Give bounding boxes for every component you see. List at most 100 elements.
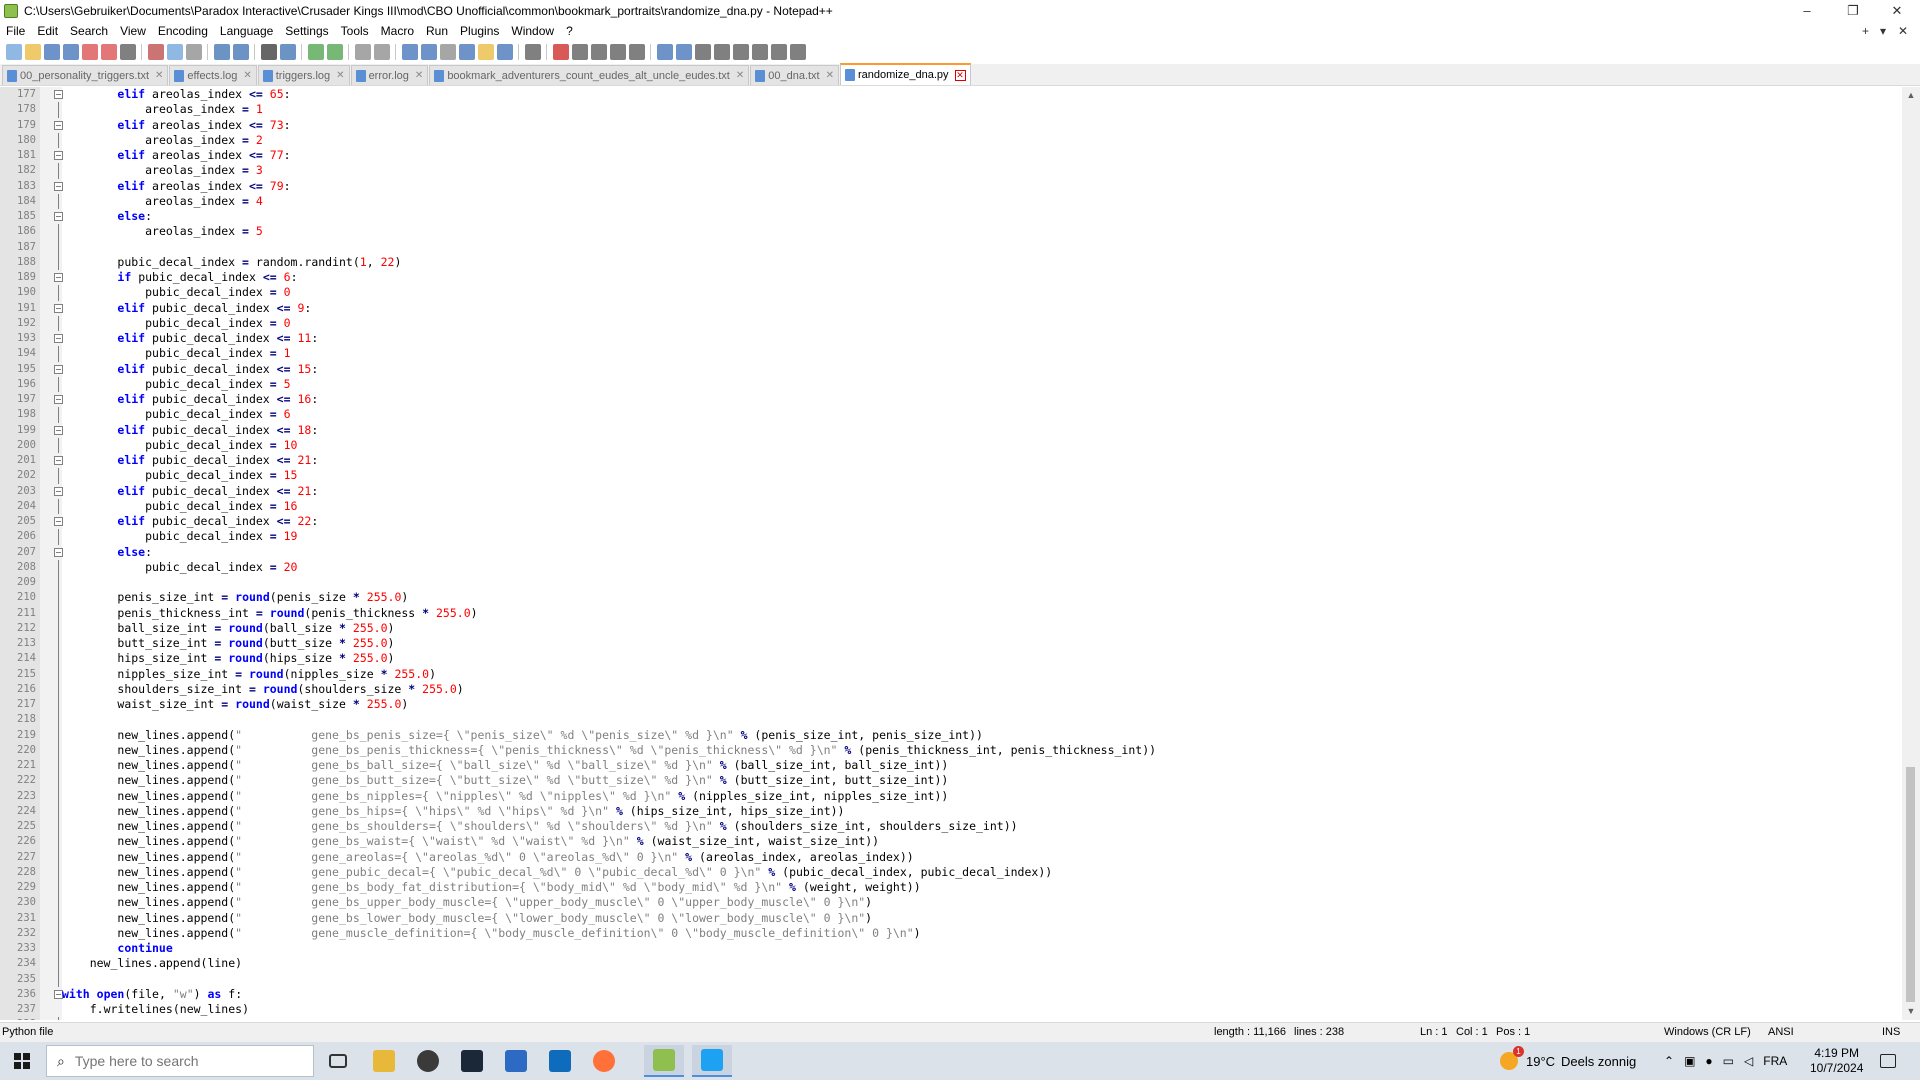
code-line[interactable]: elif pubic_decal_index <= 11: — [62, 331, 1902, 346]
code-line[interactable]: elif pubic_decal_index <= 18: — [62, 423, 1902, 438]
menu-edit[interactable]: Edit — [31, 21, 64, 41]
doc-map-icon[interactable] — [496, 44, 513, 60]
code-line[interactable]: new_lines.append(" gene_bs_upper_body_mu… — [62, 895, 1902, 910]
code-line[interactable]: pubic_decal_index = 5 — [62, 377, 1902, 392]
device-icon[interactable]: ▣ — [1684, 1054, 1695, 1068]
cut-icon[interactable] — [147, 44, 164, 60]
code-line[interactable]: new_lines.append(" gene_bs_nipples={ \"n… — [62, 789, 1902, 804]
code-line[interactable]: shoulders_size_int = round(shoulders_siz… — [62, 682, 1902, 697]
menu-encoding[interactable]: Encoding — [152, 21, 214, 41]
taskbar-search[interactable]: ⌕ — [46, 1045, 314, 1077]
code-line[interactable]: f.writelines(new_lines) — [62, 1002, 1902, 1017]
code-line[interactable]: elif pubic_decal_index <= 21: — [62, 453, 1902, 468]
network-icon[interactable]: ▭ — [1723, 1054, 1734, 1068]
code-line[interactable]: areolas_index = 2 — [62, 133, 1902, 148]
tab-close-icon[interactable]: ✕ — [736, 70, 744, 81]
tab-close-icon[interactable]: ✕ — [954, 69, 966, 81]
code-line[interactable]: new_lines.append(" gene_bs_lower_body_mu… — [62, 911, 1902, 926]
paste-icon[interactable] — [185, 44, 202, 60]
wrap-icon[interactable] — [401, 44, 418, 60]
code-line[interactable]: elif pubic_decal_index <= 15: — [62, 362, 1902, 377]
indent-guide-icon[interactable] — [439, 44, 456, 60]
obs-icon[interactable] — [408, 1045, 448, 1077]
code-line[interactable]: elif areolas_index <= 77: — [62, 148, 1902, 163]
show-all-chars-icon[interactable] — [420, 44, 437, 60]
code-line[interactable]: areolas_index = 4 — [62, 194, 1902, 209]
tab-close-icon[interactable]: ✕ — [155, 70, 163, 81]
code-line[interactable]: areolas_index = 3 — [62, 163, 1902, 178]
taskbar-search-input[interactable] — [74, 1053, 295, 1069]
close-icon[interactable] — [81, 44, 98, 60]
clock[interactable]: 4:19 PM 10/7/2024 — [1810, 1042, 1863, 1080]
code-line[interactable]: new_lines.append(" gene_areolas={ \"areo… — [62, 850, 1902, 865]
column-icon[interactable] — [789, 44, 806, 60]
folder-workspace-icon[interactable] — [477, 44, 494, 60]
tab-close-icon[interactable]: ✕ — [415, 70, 423, 81]
outlook-icon[interactable] — [540, 1045, 580, 1077]
doc-list-icon[interactable] — [675, 44, 692, 60]
volume-icon[interactable]: ◁ — [1744, 1054, 1753, 1068]
code-line[interactable]: butt_size_int = round(butt_size * 255.0) — [62, 636, 1902, 651]
print-icon[interactable] — [119, 44, 136, 60]
calculator-icon[interactable] — [496, 1045, 536, 1077]
tab-error-log[interactable]: error.log ✕ — [350, 65, 429, 85]
code-line[interactable] — [62, 1017, 1902, 1020]
vertical-scrollbar[interactable]: ▲ ▼ — [1902, 87, 1920, 1020]
tab-00-personality-triggers-txt[interactable]: 00_personality_triggers.txt ✕ — [2, 65, 169, 85]
task-view-icon[interactable] — [318, 1045, 358, 1077]
tab-bookmark-adventurers-count-eudes-alt-uncle-eudes-txt[interactable]: bookmark_adventurers_count_eudes_alt_unc… — [429, 65, 750, 85]
code-line[interactable]: penis_thickness_int = round(penis_thickn… — [62, 606, 1902, 621]
code-line[interactable]: with open(file, "w") as f: — [62, 987, 1902, 1002]
save-icon[interactable] — [43, 44, 60, 60]
up-icon[interactable] — [732, 44, 749, 60]
code-line[interactable]: new_lines.append(" gene_bs_butt_size={ \… — [62, 773, 1902, 788]
input-language[interactable]: FRA — [1763, 1054, 1787, 1068]
code-line[interactable]: elif pubic_decal_index <= 21: — [62, 484, 1902, 499]
code-line[interactable]: pubic_decal_index = 10 — [62, 438, 1902, 453]
zoom-out-icon[interactable] — [326, 44, 343, 60]
code-line[interactable] — [62, 972, 1902, 987]
tab-triggers-log[interactable]: triggers.log ✕ — [257, 65, 350, 85]
code-line[interactable]: new_lines.append(line) — [62, 956, 1902, 971]
minimize-button[interactable]: – — [1784, 0, 1830, 21]
firefox-icon[interactable] — [584, 1045, 624, 1077]
eye-icon[interactable] — [694, 44, 711, 60]
zoom-in-icon[interactable] — [307, 44, 324, 60]
replace-icon[interactable] — [279, 44, 296, 60]
menu-file[interactable]: File — [0, 21, 31, 41]
tab-list-down-icon[interactable]: ▾ — [1880, 21, 1886, 41]
code-line[interactable]: pubic_decal_index = 6 — [62, 407, 1902, 422]
menu-window[interactable]: Window — [505, 21, 560, 41]
code-line[interactable]: new_lines.append(" gene_bs_body_fat_dist… — [62, 880, 1902, 895]
code-line[interactable]: new_lines.append(" gene_bs_shoulders={ \… — [62, 819, 1902, 834]
menu-settings[interactable]: Settings — [279, 21, 334, 41]
code-line[interactable]: pubic_decal_index = 0 — [62, 285, 1902, 300]
steam-icon[interactable] — [452, 1045, 492, 1077]
stop-macro-icon[interactable] — [571, 44, 588, 60]
monitor-icon[interactable] — [524, 44, 541, 60]
sync-h-icon[interactable] — [373, 44, 390, 60]
play-macro-icon[interactable] — [590, 44, 607, 60]
code-line[interactable]: new_lines.append(" gene_muscle_definitio… — [62, 926, 1902, 941]
close-doc-x-icon[interactable]: ✕ — [1898, 21, 1908, 41]
tab-close-icon[interactable]: ✕ — [243, 70, 251, 81]
start-button[interactable] — [0, 1042, 44, 1080]
maximize-button[interactable]: ❐ — [1830, 0, 1876, 21]
code-line[interactable]: nipples_size_int = round(nipples_size * … — [62, 667, 1902, 682]
scrollbar-thumb[interactable] — [1906, 767, 1915, 1002]
new-tab-plus-icon[interactable]: + — [1862, 21, 1869, 41]
code-line[interactable]: elif pubic_decal_index <= 16: — [62, 392, 1902, 407]
redo-icon[interactable] — [232, 44, 249, 60]
tab-00-dna-txt[interactable]: 00_dna.txt ✕ — [750, 65, 839, 85]
code-line[interactable]: elif pubic_decal_index <= 9: — [62, 301, 1902, 316]
code-line[interactable]: pubic_decal_index = 0 — [62, 316, 1902, 331]
file-explorer-icon[interactable] — [364, 1045, 404, 1077]
notepadpp-icon[interactable] — [644, 1045, 684, 1077]
code-line[interactable]: else: — [62, 545, 1902, 560]
tab-randomize-dna-py[interactable]: randomize_dna.py ✕ — [840, 63, 971, 85]
code-line[interactable]: hips_size_int = round(hips_size * 255.0) — [62, 651, 1902, 666]
menu-language[interactable]: Language — [214, 21, 279, 41]
code-line[interactable]: areolas_index = 5 — [62, 224, 1902, 239]
open-file-icon[interactable] — [24, 44, 41, 60]
code-line[interactable] — [62, 240, 1902, 255]
